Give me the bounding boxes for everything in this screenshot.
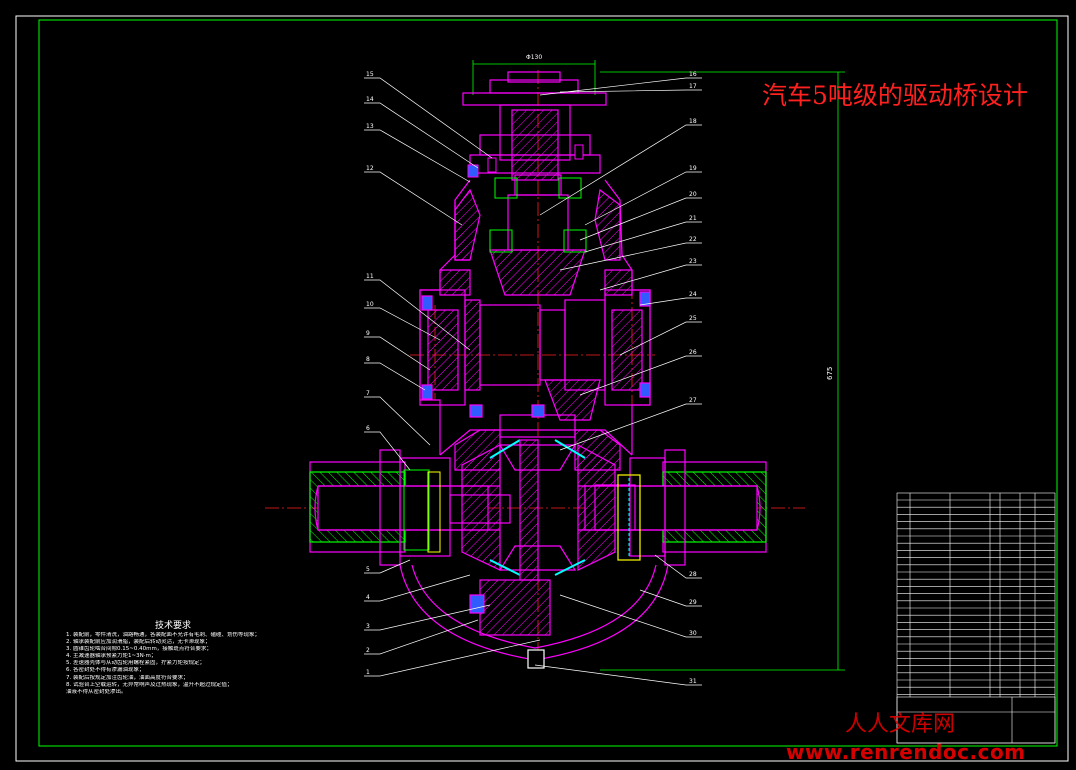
drawing-title: 汽车5吨级的驱动桥设计 <box>762 81 1028 110</box>
right-bearing-block <box>604 289 651 406</box>
technical-requirement-line: 5. 差速器壳体与从动齿轮用螺栓紧固，拧紧力矩按规定； <box>66 660 205 667</box>
part-number-label: 28 <box>689 571 697 578</box>
leader-line <box>364 129 471 183</box>
technical-requirement-line: 7. 装配后按规定加注齿轮油，油面高度符合要求； <box>66 674 189 681</box>
part-number-label: 31 <box>689 678 697 685</box>
part-number-label: 12 <box>366 165 374 172</box>
part-number-label: 20 <box>689 191 697 198</box>
technical-requirement-line: 6. 各密封处不得有渗漏油现象； <box>66 667 145 674</box>
leader-line <box>364 171 463 226</box>
pinion-flange <box>462 71 607 181</box>
part-number-label: 17 <box>689 83 697 90</box>
technical-requirement-line: 8. 试验台上空载运转，无异常响声及过热现象，温升不超过规定值； <box>66 681 233 688</box>
part-number-label: 25 <box>689 315 697 322</box>
part-number-label: 1 <box>366 669 370 676</box>
part-number-label: 24 <box>689 291 697 298</box>
part-number-label: 19 <box>689 165 697 172</box>
dimension-flange-width-text: Φ130 <box>526 54 542 61</box>
technical-requirement-line: 1. 装配前，零件清洗，油路畅通，各装配面不允许有毛刺、磕碰、划伤等现象； <box>66 632 260 638</box>
leader-line <box>559 594 702 638</box>
part-number-label: 6 <box>366 425 370 432</box>
technical-requirement-line: 2. 轴承装配前应加润滑脂，装配后转动灵活，无卡滞现象； <box>66 639 211 646</box>
part-number-label: 14 <box>366 96 374 103</box>
part-number-label: 9 <box>366 330 370 337</box>
part-numbers-left: 15 14 13 12 11 10 9 8 7 6 5 4 3 2 1 <box>366 71 374 676</box>
part-number-label: 8 <box>366 356 370 363</box>
part-number-label: 23 <box>689 258 697 265</box>
technical-requirements: 1. 装配前，零件清洗，油路畅通，各装配面不允许有毛刺、磕碰、划伤等现象； 2.… <box>66 632 356 696</box>
part-number-label: 22 <box>689 236 697 243</box>
part-number-label: 15 <box>366 71 374 78</box>
watermark-logo-text: 人人文库网 <box>845 712 956 737</box>
leader-line <box>364 559 411 574</box>
leader-line <box>534 664 702 686</box>
leader-line <box>364 431 411 471</box>
part-number-label: 21 <box>689 215 697 222</box>
technical-requirement-line: 3. 圆锥齿轮啮合间隙0.15~0.40mm，接触斑点符合要求； <box>66 646 212 653</box>
leader-line <box>364 639 541 677</box>
technical-requirement-line: 油液不得从密封处渗出。 <box>66 688 127 695</box>
part-number-label: 26 <box>689 349 697 356</box>
watermark-url: www.renrendoc.com <box>786 740 1026 764</box>
part-number-label: 4 <box>366 594 370 601</box>
part-number-label: 29 <box>689 599 697 606</box>
part-number-label: 11 <box>366 273 374 280</box>
part-number-label: 13 <box>366 123 374 130</box>
dimension-flange-width <box>472 60 596 95</box>
part-number-label: 7 <box>366 390 370 397</box>
part-number-label: 16 <box>689 71 697 78</box>
left-bearing-block <box>419 289 466 406</box>
part-number-label: 30 <box>689 630 697 637</box>
leader-line <box>364 619 479 655</box>
part-numbers-right: 16 17 18 19 20 21 22 23 24 25 26 27 28 29 30 31 <box>689 71 697 685</box>
part-number-label: 5 <box>366 566 370 573</box>
dimension-overall-height-text: 675 <box>826 367 834 380</box>
part-number-label: 3 <box>366 623 370 630</box>
intermediate-shaft <box>464 299 606 421</box>
part-number-label: 10 <box>366 301 374 308</box>
pinion-shaft <box>489 174 586 296</box>
part-number-label: 18 <box>689 118 697 125</box>
part-number-label: 2 <box>366 647 370 654</box>
part-number-label: 27 <box>689 397 697 404</box>
technical-requirements-heading: 技术要求 <box>155 621 192 631</box>
technical-requirement-line: 4. 主减速器轴承预紧力矩1~3N·m； <box>66 653 157 660</box>
leader-line <box>364 362 426 391</box>
